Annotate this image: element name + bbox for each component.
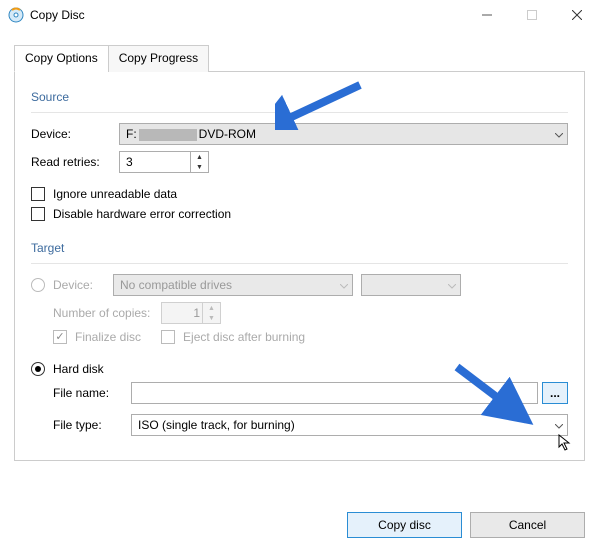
window-title: Copy Disc <box>30 8 464 22</box>
maximize-button <box>509 0 554 30</box>
target-device-combo: No compatible drives <box>113 274 353 296</box>
titlebar: Copy Disc <box>0 0 599 30</box>
copy-disc-dialog: Copy Disc Copy Options Copy Progress Sou… <box>0 0 599 546</box>
source-device-label: Device: <box>31 127 119 141</box>
minimize-button[interactable] <box>464 0 509 30</box>
chevron-down-icon <box>555 127 563 141</box>
target-group-label: Target <box>31 241 568 255</box>
chevron-down-icon <box>448 278 456 292</box>
divider <box>31 263 568 264</box>
target-device-value: No compatible drives <box>120 278 232 292</box>
tab-copy-progress[interactable]: Copy Progress <box>108 45 209 72</box>
copy-disc-button[interactable]: Copy disc <box>347 512 462 538</box>
source-group-label: Source <box>31 90 568 104</box>
tab-copy-options[interactable]: Copy Options <box>14 45 109 72</box>
finalize-disc-checkbox <box>53 330 67 344</box>
copies-label: Number of copies: <box>53 306 161 320</box>
copies-value: 1 <box>168 306 200 320</box>
copies-spin: 1 ▲▼ <box>161 302 221 324</box>
browse-button[interactable]: ... <box>542 382 568 404</box>
filename-label: File name: <box>53 386 131 400</box>
ignore-unreadable-label: Ignore unreadable data <box>53 187 177 201</box>
eject-disc-label: Eject disc after burning <box>183 330 305 344</box>
chevron-down-icon <box>340 278 348 292</box>
tabstrip: Copy Options Copy Progress <box>14 44 585 72</box>
copy-options-panel: Source Device: F:DVD-ROM Read retries: 3 <box>14 72 585 461</box>
target-device-radio <box>31 278 45 292</box>
source-device-value: F:DVD-ROM <box>126 127 256 141</box>
filetype-value: ISO (single track, for burning) <box>138 418 295 432</box>
app-icon <box>8 7 24 23</box>
eject-disc-checkbox <box>161 330 175 344</box>
finalize-disc-label: Finalize disc <box>75 330 141 344</box>
target-device-label: Device: <box>53 278 113 292</box>
read-retries-value: 3 <box>126 155 133 169</box>
filename-input[interactable] <box>131 382 538 404</box>
read-retries-spin[interactable]: 3 ▲▼ <box>119 151 209 173</box>
cancel-button[interactable]: Cancel <box>470 512 585 538</box>
chevron-down-icon <box>555 418 563 432</box>
redacted-mask <box>139 129 197 141</box>
read-retries-label: Read retries: <box>31 155 119 169</box>
hard-disk-label: Hard disk <box>53 362 104 376</box>
ignore-unreadable-checkbox[interactable] <box>31 187 45 201</box>
spin-buttons: ▲▼ <box>202 303 220 323</box>
spin-buttons[interactable]: ▲▼ <box>190 152 208 172</box>
divider <box>31 112 568 113</box>
dialog-footer: Copy disc Cancel <box>347 512 585 538</box>
target-speed-combo <box>361 274 461 296</box>
client-area: Copy Options Copy Progress Source Device… <box>0 30 599 471</box>
filetype-label: File type: <box>53 418 131 432</box>
hard-disk-radio[interactable] <box>31 362 45 376</box>
filetype-combo[interactable]: ISO (single track, for burning) <box>131 414 568 436</box>
cursor-icon <box>558 434 572 455</box>
disable-hw-error-checkbox[interactable] <box>31 207 45 221</box>
disable-hw-error-label: Disable hardware error correction <box>53 207 231 221</box>
close-button[interactable] <box>554 0 599 30</box>
source-device-combo[interactable]: F:DVD-ROM <box>119 123 568 145</box>
